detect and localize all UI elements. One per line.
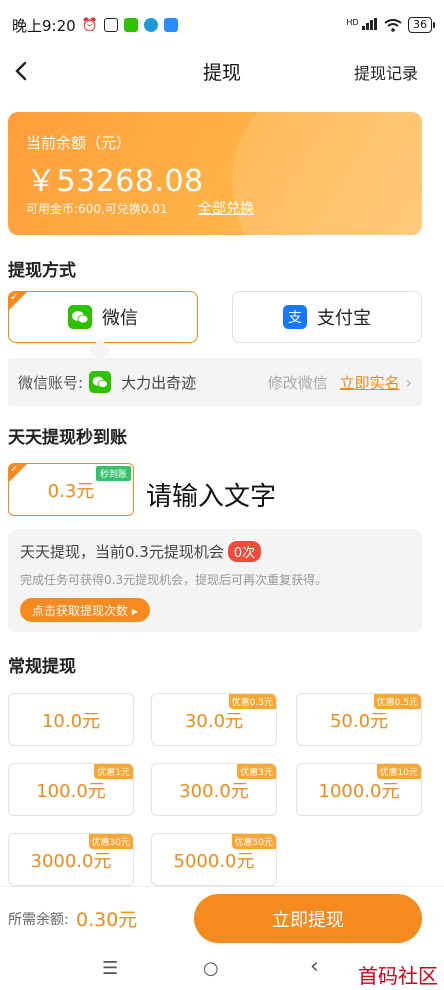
bottom-action-bar: 所需余额: 0.30元 立即提现: [0, 886, 444, 950]
amount-option-1000[interactable]: 优惠10元 1000.0元: [296, 763, 422, 816]
count-badge: 0次: [227, 541, 262, 562]
account-label: 微信账号:: [18, 373, 84, 392]
balance-card: 当前余额（元） ￥53268.08 可用金币:600,可兑换0.01 全部兑换: [8, 112, 422, 235]
account-name: 大力出奇迹: [121, 373, 197, 392]
svg-text:支: 支: [288, 310, 302, 326]
get-chances-button[interactable]: 点击获取提现次数 ▸: [20, 598, 150, 622]
placeholder-text: 请输入文字: [146, 482, 277, 512]
amount-label: 300.0元: [179, 780, 249, 802]
daily-info-desc: 完成任务可获得0.3元提现机会，提现后可再次重复获得。: [20, 573, 328, 587]
amount-label: 30.0元: [184, 710, 244, 732]
verify-name-link[interactable]: 立即实名: [340, 372, 400, 393]
amount-label: 50.0元: [329, 710, 389, 732]
amount-label: 10.0元: [41, 710, 101, 732]
balance-label: 当前余额（元）: [26, 134, 132, 152]
status-bar: 晚上9:20 ⏰ HD 36: [0, 0, 444, 50]
signal-bars-icon: [362, 17, 377, 30]
status-right: HD 36: [346, 17, 435, 33]
nav-bar: 提现 提现记录: [0, 50, 444, 94]
amount-option-10[interactable]: 10.0元: [8, 693, 134, 746]
selected-check-icon: ✓: [8, 463, 28, 483]
amount-option-30[interactable]: 优惠0.3元 30.0元: [151, 693, 277, 746]
alipay-icon: 支: [283, 305, 307, 329]
back-nav-icon[interactable]: ‹: [310, 954, 319, 979]
promo-tag: 优惠3元: [237, 764, 276, 779]
signal-icon: HD: [346, 17, 378, 33]
instant-tag: 秒到账: [95, 466, 131, 481]
daily-info-box: 天天提现，当前0.3元提现机会 0次 完成任务可获得0.3元提现机会，提现后可再…: [8, 529, 422, 632]
amount-label: 3000.0元: [30, 850, 112, 872]
promo-tag: 优惠0.5元: [373, 694, 421, 709]
status-left: 晚上9:20 ⏰: [12, 15, 178, 36]
wechat-icon: [68, 305, 92, 329]
withdraw-now-button[interactable]: 立即提现: [194, 894, 422, 943]
daily-amount-option[interactable]: ✓ 秒到账 0.3元: [8, 463, 134, 516]
chevron-right-icon[interactable]: ›: [406, 373, 412, 392]
menu-icon[interactable]: ☰: [102, 958, 118, 979]
edit-wechat-link[interactable]: 修改微信: [268, 372, 328, 393]
wifi-icon: [384, 18, 402, 32]
required-balance-label: 所需余额:: [8, 912, 69, 928]
daily-amount-label: 0.3元: [47, 480, 95, 502]
daily-section-title: 天天提现秒到账: [8, 428, 127, 448]
signal-hd-label: HD: [346, 17, 359, 27]
daily-info-text: 天天提现，当前0.3元提现机会: [20, 543, 224, 561]
withdraw-history-link[interactable]: 提现记录: [354, 60, 418, 84]
home-icon[interactable]: ○: [203, 958, 219, 979]
watermark: 首码社区: [358, 964, 438, 988]
promo-tag: 优惠50元: [231, 834, 276, 849]
amount-option-300[interactable]: 优惠3元 300.0元: [151, 763, 277, 816]
amount-option-50[interactable]: 优惠0.5元 50.0元: [296, 693, 422, 746]
cloud-notify-icon: [163, 18, 178, 32]
promo-tag: 优惠1元: [94, 764, 133, 779]
wechat-avatar-icon: [89, 371, 112, 393]
exchange-all-link[interactable]: 全部兑换: [198, 198, 254, 218]
amount-option-3000[interactable]: 优惠30元 3000.0元: [8, 833, 134, 886]
status-time: 晚上9:20: [12, 16, 76, 35]
wechat-notify-icon: [123, 18, 138, 32]
wechat-account-row: 微信账号: 大力出奇迹 修改微信 立即实名 ›: [8, 358, 422, 406]
balance-amount: ￥53268.08: [26, 164, 204, 199]
app-notify-icon: [143, 18, 158, 32]
amount-option-100[interactable]: 优惠1元 100.0元: [8, 763, 134, 816]
daily-info-title: 天天提现，当前0.3元提现机会 0次: [20, 541, 262, 562]
promo-tag: 优惠0.3元: [228, 694, 276, 709]
regular-section-title: 常规提现: [8, 657, 76, 677]
battery-icon: 36: [408, 17, 435, 33]
required-balance-value: 0.30元: [76, 909, 138, 931]
amount-label: 5000.0元: [173, 850, 255, 872]
amount-option-5000[interactable]: 优惠50元 5000.0元: [151, 833, 277, 886]
alipay-option[interactable]: 支 支付宝: [232, 291, 422, 343]
nfc-icon: [103, 18, 118, 32]
wechat-label: 微信: [102, 308, 138, 329]
selected-check-icon: ✓: [8, 291, 28, 311]
alipay-label: 支付宝: [317, 308, 371, 329]
amount-label: 1000.0元: [318, 780, 400, 802]
wechat-option[interactable]: ✓ 微信: [8, 291, 198, 343]
amount-label: 100.0元: [36, 780, 106, 802]
coin-info: 可用金币:600,可兑换0.01: [26, 202, 168, 216]
promo-tag: 优惠30元: [88, 834, 133, 849]
promo-tag: 优惠10元: [376, 764, 421, 779]
method-section-title: 提现方式: [8, 261, 76, 281]
alarm-icon: ⏰: [81, 17, 98, 33]
